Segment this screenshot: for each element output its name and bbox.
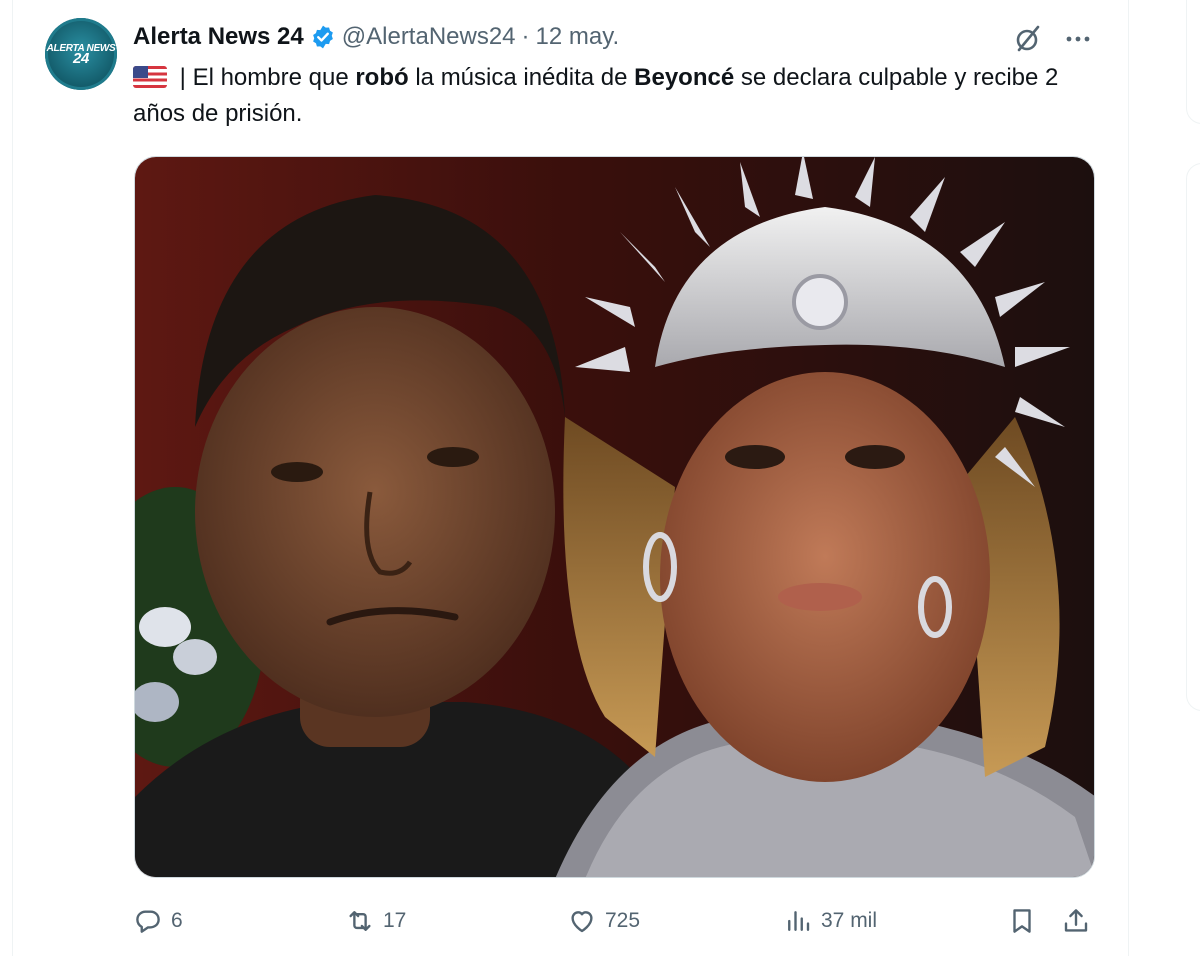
sidebar-card-trends[interactable] [1186, 163, 1200, 711]
column-border-right [1128, 0, 1129, 956]
retweet-button[interactable]: 17 [345, 898, 406, 944]
tweet-text-segment: | El hombre que [173, 64, 356, 91]
verified-badge-icon[interactable] [310, 24, 336, 50]
like-button[interactable]: 725 [567, 898, 640, 944]
share-button[interactable] [1061, 898, 1091, 944]
views-count: 37 mil [821, 909, 878, 932]
tweet-text: | El hombre que robó la música inédita d… [133, 60, 1113, 132]
tweet-photo[interactable] [134, 156, 1095, 878]
tweet-header: Alerta News 24 @AlertaNews24 · 12 may. [133, 22, 619, 52]
like-count: 725 [605, 909, 641, 932]
author-name[interactable]: Alerta News 24 [133, 23, 304, 51]
bookmark-icon [1013, 909, 1031, 933]
reply-count: 6 [171, 909, 183, 932]
author-handle[interactable]: @AlertaNews24 [342, 23, 516, 51]
tweet-text-segment: la música inédita de [408, 64, 635, 91]
retweet-count: 17 [383, 909, 407, 932]
reply-icon [136, 910, 160, 933]
heart-icon [571, 911, 593, 933]
retweet-icon [349, 911, 371, 931]
action-bar: 6 17 725 37 mil [133, 898, 1095, 944]
views-button[interactable]: 37 mil [783, 898, 877, 944]
tweet-text-bold: robó [355, 64, 409, 91]
more-options-icon[interactable] [1061, 24, 1095, 54]
us-flag-icon [133, 66, 167, 88]
tweet-date[interactable]: 12 may. [536, 23, 620, 51]
reply-button[interactable]: 6 [133, 898, 183, 944]
tweet-text-bold: Beyoncé [634, 64, 735, 91]
separator-dot: · [521, 23, 530, 50]
timeline-page: ALERTA NEWS 24 Alerta News 24 @AlertaNew… [0, 0, 1200, 956]
grok-icon[interactable] [1011, 22, 1045, 56]
avatar-logo-number: 24 [72, 50, 90, 67]
bookmark-button[interactable] [1007, 898, 1037, 944]
avatar-logo: ALERTA NEWS 24 [45, 44, 117, 67]
views-chart-icon [788, 911, 810, 931]
sidebar-card-top[interactable] [1186, 0, 1200, 124]
avatar[interactable]: ALERTA NEWS 24 [45, 18, 117, 90]
share-icon [1064, 909, 1088, 932]
tweet[interactable]: ALERTA NEWS 24 Alerta News 24 @AlertaNew… [13, 0, 1128, 956]
